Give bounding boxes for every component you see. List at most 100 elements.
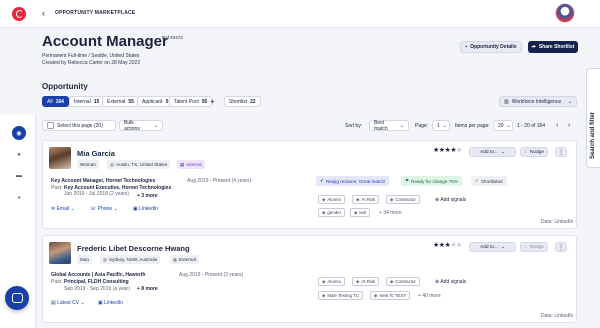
opportunity-details-button[interactable]: ▪ Opportunity Details (460, 41, 522, 53)
match-label: Reejig reckons: Great match! (325, 178, 386, 184)
candidate-photo (49, 147, 71, 169)
search-filter-tab[interactable]: Search and filter (586, 68, 600, 168)
tab-external[interactable]: External 55 (102, 96, 139, 107)
candidate-photo (49, 242, 71, 264)
location-pin-icon: ◎ (103, 256, 108, 262)
tag-label: Contractor (395, 197, 416, 202)
tab-shortlist[interactable]: Shortlist 22 (224, 96, 261, 107)
signal-tag[interactable]: ◈ At Risk (352, 277, 380, 286)
add-to-button[interactable]: Add to... ⌄ (469, 242, 516, 252)
workforce-intelligence-button[interactable]: ▥ Workforce Intelligence ⌄ (499, 96, 577, 107)
candidate-name[interactable]: Mia Garcia (77, 149, 115, 158)
tag-icon: ◈ (390, 196, 394, 202)
chevron-left-icon[interactable]: ‹ (42, 8, 45, 18)
tab-talent-pool[interactable]: Talent Pool 95 (169, 96, 213, 107)
signal-tag[interactable]: ◈ test (350, 208, 371, 217)
past-role-dates: Jun 2016 - Jul 2018 (2 years) (64, 191, 130, 197)
chat-icon: ◌ (524, 149, 527, 155)
latest-cv-label: Latest CV (57, 300, 80, 306)
add-signals-button[interactable]: ⊕ Add signals (435, 279, 466, 285)
tab-internal[interactable]: Internal 15 (69, 96, 105, 107)
brand-logo[interactable] (12, 7, 26, 21)
workforce-label: Workforce Intelligence (511, 98, 562, 105)
prev-page-icon[interactable]: ‹ (556, 120, 558, 131)
email-link[interactable]: ✉ Email ⌄ (51, 206, 75, 212)
page-label: Page: (415, 122, 429, 129)
candidate-card[interactable]: Mia Garcia Woman ◎ Austin, TX, United St… (42, 140, 577, 229)
add-to-label: Add to... (480, 149, 498, 155)
tab-label: Shortlist (229, 98, 248, 105)
tab-count: 55 (128, 98, 134, 105)
rating-stars[interactable]: ★★★★★ (433, 241, 462, 249)
breadcrumb[interactable]: OPPORTUNITY MARKETPLACE (55, 10, 135, 16)
add-signals-button[interactable]: ⊕ Add signals (435, 197, 466, 203)
tag-icon: ◈ (374, 292, 378, 298)
signal-tag[interactable]: ◈ Contractor (386, 277, 420, 286)
rating-stars[interactable]: ★★★★★ (433, 146, 462, 154)
candidate-card[interactable]: Frederic Libet Descorne Hwang Man ◎ Sydn… (42, 235, 577, 323)
job-ref: Ref #2474 (162, 35, 183, 40)
more-tags-link[interactable]: + 40 more (418, 293, 441, 299)
page-title: Account Manager (42, 33, 168, 50)
select-page-checkbox[interactable]: Select this page (20) (42, 120, 116, 131)
document-icon: ▤ (51, 300, 56, 306)
location-pin-icon: ◎ (110, 161, 115, 167)
chevron-down-icon: ⌄ (500, 149, 505, 155)
candidate-name[interactable]: Frederic Libet Descorne Hwang (77, 244, 190, 253)
page-dropdown[interactable]: 1 ⌄ (432, 120, 450, 131)
next-page-icon[interactable]: › (568, 120, 570, 131)
signal-tag[interactable]: ◈ Male Testing TC (318, 291, 363, 300)
shortlisted-badge: ✓ Shortlisted (471, 176, 507, 186)
checkbox[interactable] (47, 122, 54, 129)
user-avatar[interactable] (555, 3, 575, 23)
sort-dropdown[interactable]: Best match ⌄ (369, 120, 409, 132)
tag-icon: ◈ (356, 278, 360, 284)
tag-label: Alumni (327, 197, 341, 202)
plus-icon: ⊕ (435, 279, 440, 285)
signal-tag[interactable]: ◈ Alumni (318, 277, 345, 286)
more-options-icon[interactable]: ⋮ (555, 242, 567, 252)
signal-tag[interactable]: ◈ New Tc TEST (370, 291, 411, 300)
pie-chart-icon[interactable]: ◕ (12, 191, 26, 205)
sort-label: Sort by: (345, 122, 363, 129)
dashboard-icon[interactable]: ◉ (12, 126, 26, 140)
chart-icon: ▥ (504, 98, 509, 105)
more-roles-link[interactable]: + 3 more (137, 193, 158, 199)
signal-tag[interactable]: ◈ gender (318, 208, 346, 217)
more-roles-link[interactable]: + 8 more (137, 286, 158, 292)
location-pill: ◎ Sydney, NSW, Australia (100, 255, 161, 264)
briefcase-icon[interactable]: ▬ (12, 169, 26, 183)
latest-cv-link[interactable]: ▤ Latest CV ⌄ (51, 300, 85, 306)
nudge-button[interactable]: ◌ Nudge (520, 147, 548, 157)
share-shortlist-button[interactable]: ➦ Share Shortlist (528, 41, 578, 53)
ready-label: Ready for change 76% (411, 178, 458, 184)
building-icon: ▦ (180, 161, 185, 167)
phone-link[interactable]: ☏ Phone ⌄ (90, 206, 118, 212)
chat-launcher-icon[interactable] (5, 286, 29, 310)
more-tags-link[interactable]: + 34 more (379, 210, 402, 216)
linkedin-link[interactable]: ▣ LinkedIn (98, 300, 123, 306)
bulk-actions-dropdown[interactable]: Bulk actions ⌄ (119, 120, 163, 132)
signal-tag[interactable]: ◈ At Risk (352, 195, 380, 204)
nudge-button[interactable]: ◌ Nudge (520, 242, 548, 252)
tab-label: Applicant (142, 98, 163, 105)
tag-icon: ◈ (322, 209, 326, 215)
more-options-icon[interactable]: ⋮ (555, 147, 567, 157)
signal-tag[interactable]: ◈ Alumni (318, 195, 345, 204)
add-to-button[interactable]: Add to... ⌄ (469, 147, 516, 157)
person-icon[interactable]: ● (12, 148, 26, 162)
tag-label: gender (327, 210, 342, 215)
search-filter-label: Search and filter (590, 111, 596, 159)
current-role-dates: Aug 2019 - Present (3 years) (179, 272, 244, 278)
linkedin-label: LinkedIn (104, 300, 124, 306)
items-per-page-dropdown[interactable]: 20 ⌄ (493, 120, 513, 131)
linkedin-link[interactable]: ▣ LinkedIn (133, 206, 158, 212)
add-signals-label: Add signals (440, 197, 467, 203)
tab-all[interactable]: All 164 (42, 96, 69, 107)
tab-count: 0 (165, 98, 169, 105)
tag-label: New Tc TEST (379, 293, 407, 298)
tab-applicant[interactable]: Applicant 0 (137, 96, 174, 107)
signal-tag[interactable]: ◈ Contractor (386, 195, 420, 204)
nudge-label: Nudge (529, 149, 544, 155)
add-tab-button[interactable]: + (207, 96, 218, 107)
